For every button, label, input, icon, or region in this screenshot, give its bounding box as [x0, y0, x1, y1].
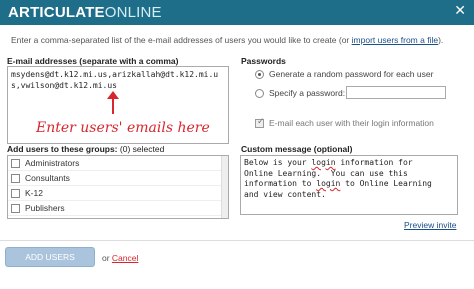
group-item-consultants[interactable]: Consultants — [8, 171, 228, 186]
msg-text: to Online Learning — [340, 179, 432, 188]
email-each-user-option[interactable]: E-mail each user with their login inform… — [255, 117, 434, 128]
password-input[interactable] — [346, 86, 446, 99]
title-bar: ARTICULATEONLINE ✕ — [0, 0, 474, 25]
msg-text: and view content. — [244, 189, 326, 199]
email-each-user-label: E-mail each user with their login inform… — [269, 118, 434, 128]
msg-text: Below is your — [244, 158, 312, 167]
groups-scrollbar[interactable] — [221, 156, 228, 218]
intro-suffix: ). — [438, 35, 444, 45]
msg-spell-flag: login — [311, 158, 336, 167]
checkbox[interactable] — [11, 188, 20, 198]
groups-selected-count: (0) selected — [119, 144, 165, 154]
custom-message-label: Custom message (optional) — [241, 144, 353, 154]
group-item-publishers[interactable]: Publishers — [8, 201, 228, 216]
passwords-label: Passwords — [241, 56, 286, 66]
msg-spell-flag: login — [316, 179, 341, 188]
import-users-link[interactable]: import users from a file — [352, 35, 438, 45]
radio-random-label: Generate a random password for each user — [269, 69, 434, 79]
footer-divider — [0, 240, 474, 241]
or-text: or — [102, 253, 112, 263]
group-label: Consultants — [25, 173, 70, 183]
msg-text: information to — [244, 179, 317, 188]
checkbox[interactable] — [11, 173, 20, 183]
msg-text: information for — [335, 158, 413, 167]
radio-specify-password[interactable]: Specify a password: — [255, 88, 345, 98]
logo-text-bold: ARTICULATE — [8, 4, 105, 21]
logo-text-light: ONLINE — [104, 4, 162, 21]
articulate-online-logo: ARTICULATEONLINE — [8, 4, 162, 21]
msg-text: Online Learning. You can use this — [244, 168, 408, 178]
intro-text: Enter a comma-separated list of the e-ma… — [11, 35, 471, 45]
group-item-k12[interactable]: K-12 — [8, 186, 228, 201]
custom-message-input[interactable]: Below is your login information for Onli… — [240, 155, 458, 215]
add-users-button[interactable]: ADD USERS — [5, 247, 95, 267]
radio-button[interactable] — [255, 88, 264, 98]
cancel-link[interactable]: Cancel — [112, 253, 138, 263]
checkbox[interactable] — [255, 117, 265, 128]
annotation-arrow-icon — [107, 91, 119, 114]
group-label: K-12 — [25, 188, 43, 198]
groups-label: Add users to these groups: (0) selected — [7, 144, 164, 154]
checkbox[interactable] — [11, 158, 20, 168]
checkbox[interactable] — [11, 203, 20, 213]
intro-main: Enter a comma-separated list of the e-ma… — [11, 35, 352, 45]
or-cancel: or Cancel — [102, 253, 138, 263]
close-icon[interactable]: ✕ — [454, 3, 466, 19]
radio-random-password[interactable]: Generate a random password for each user — [255, 69, 433, 79]
radio-specify-label: Specify a password: — [269, 88, 346, 98]
group-label: Administrators — [25, 158, 80, 168]
annotation-text: Enter users' emails here — [36, 120, 210, 136]
group-item-administrators[interactable]: Administrators — [8, 156, 228, 171]
group-label: Publishers — [25, 203, 65, 213]
email-addresses-label: E-mail addresses (separate with a comma) — [7, 56, 179, 66]
groups-label-text: Add users to these groups: — [7, 144, 118, 154]
preview-invite-link[interactable]: Preview invite — [404, 220, 456, 230]
groups-list[interactable]: Administrators Consultants K-12 Publishe… — [7, 155, 229, 219]
radio-button[interactable] — [255, 69, 264, 79]
